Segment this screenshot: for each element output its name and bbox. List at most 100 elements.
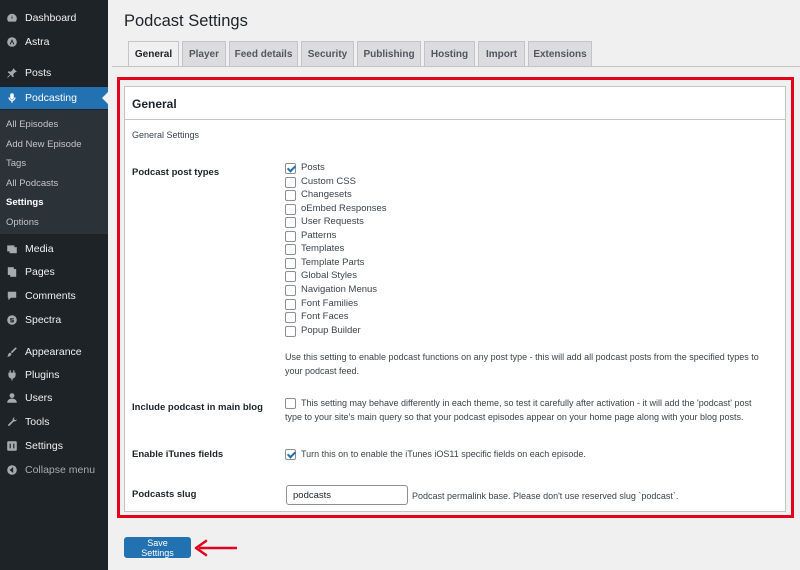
post-type-label: Templates xyxy=(301,243,345,255)
tab-extensions[interactable]: Extensions xyxy=(528,41,592,66)
active-indicator xyxy=(102,92,108,104)
post-types-description-line-2: your podcast feed. xyxy=(285,366,360,376)
post-type-label: Custom CSS xyxy=(301,175,356,187)
pin-icon xyxy=(5,66,19,80)
post-type-label: Patterns xyxy=(301,229,337,241)
sidebar-item-podcasting[interactable]: Podcasting xyxy=(0,87,108,109)
post-type-checkbox[interactable] xyxy=(285,244,296,256)
sidebar-item-label: Astra xyxy=(25,36,50,48)
sidebar-item-label: Collapse menu xyxy=(25,464,96,476)
sidebar-item-label: Comments xyxy=(25,290,76,302)
sidebar-item-label: Plugins xyxy=(25,369,60,381)
slug-description: Podcast permalink base. Please don't use… xyxy=(412,491,679,501)
sidebar-item-label: Settings xyxy=(25,440,63,452)
post-type-label: Global Styles xyxy=(301,270,357,282)
podcasts-slug-input[interactable] xyxy=(286,485,408,505)
sidebar-item-label: Dashboard xyxy=(25,12,77,24)
sidebar-item-label: Posts xyxy=(25,67,52,79)
submenu-settings[interactable]: Settings xyxy=(6,197,43,208)
astra-icon xyxy=(5,35,19,49)
main-blog-label: Include podcast in main blog xyxy=(132,402,263,413)
sidebar-item-pages[interactable]: Pages xyxy=(0,261,108,283)
post-types-description-line-1: Use this setting to enable podcast funct… xyxy=(285,352,759,362)
post-type-checkbox[interactable] xyxy=(285,176,296,188)
post-type-checkbox[interactable] xyxy=(285,325,296,337)
post-type-checkbox[interactable] xyxy=(285,203,296,215)
page-title: Podcast Settings xyxy=(124,12,248,30)
tab-security[interactable]: Security xyxy=(301,41,354,66)
tab-divider xyxy=(112,66,800,67)
post-type-label: Font Faces xyxy=(301,311,349,323)
post-type-checkbox[interactable] xyxy=(285,230,296,242)
sidebar-item-dashboard[interactable]: Dashboard xyxy=(0,7,108,29)
sidebar-item-appearance[interactable]: Appearance xyxy=(0,341,108,363)
admin-sidebar: Dashboard Astra Posts Podcasting All Epi… xyxy=(0,0,108,570)
post-type-checkbox[interactable] xyxy=(285,312,296,324)
plugin-icon xyxy=(5,368,19,382)
main-blog-description-line-2: type to your site's main query so that y… xyxy=(285,412,744,422)
post-type-label: Template Parts xyxy=(301,256,365,268)
dashboard-icon xyxy=(5,11,19,25)
sidebar-item-plugins[interactable]: Plugins xyxy=(0,364,108,386)
panel-title: General xyxy=(132,97,177,111)
post-types-label: Podcast post types xyxy=(132,167,220,178)
main-blog-checkbox[interactable] xyxy=(285,398,296,409)
settings-icon xyxy=(5,439,19,453)
sidebar-item-settings[interactable]: Settings xyxy=(0,435,108,457)
submenu-options[interactable]: Options xyxy=(6,217,39,228)
comments-icon xyxy=(5,289,19,303)
media-icon xyxy=(5,242,19,256)
post-type-checkbox[interactable] xyxy=(285,271,296,283)
sidebar-item-comments[interactable]: Comments xyxy=(0,285,108,307)
submenu-all-podcasts[interactable]: All Podcasts xyxy=(6,178,58,189)
main-blog-description-line-1: This setting may behave differently in e… xyxy=(301,398,752,408)
post-type-checkbox[interactable] xyxy=(285,257,296,269)
sidebar-item-astra[interactable]: Astra xyxy=(0,31,108,53)
microphone-icon xyxy=(5,91,19,105)
sidebar-item-label: Appearance xyxy=(25,346,82,358)
submenu-add-new-episode[interactable]: Add New Episode xyxy=(6,139,82,150)
tab-feed-details[interactable]: Feed details xyxy=(229,41,298,66)
save-settings-button[interactable]: Save Settings xyxy=(124,537,191,558)
collapse-icon xyxy=(5,463,19,477)
post-type-label: User Requests xyxy=(301,216,364,228)
sidebar-item-label: Media xyxy=(25,243,54,255)
submenu-all-episodes[interactable]: All Episodes xyxy=(6,119,58,130)
sidebar-item-spectra[interactable]: Spectra xyxy=(0,309,108,331)
post-type-checkbox[interactable] xyxy=(285,163,296,174)
tab-publishing[interactable]: Publishing xyxy=(357,41,421,66)
sidebar-item-label: Users xyxy=(25,392,53,404)
podcasting-submenu: All Episodes Add New Episode Tags All Po… xyxy=(0,110,108,234)
brush-icon xyxy=(5,345,19,359)
post-type-label: Font Families xyxy=(301,297,359,309)
sidebar-item-label: Pages xyxy=(25,266,55,278)
tab-hosting[interactable]: Hosting xyxy=(424,41,475,66)
panel-subtitle: General Settings xyxy=(132,130,200,140)
post-type-checkbox[interactable] xyxy=(285,190,296,202)
sidebar-item-label: Spectra xyxy=(25,314,62,326)
itunes-checkbox[interactable] xyxy=(285,449,296,460)
post-type-checkbox[interactable] xyxy=(285,298,296,310)
itunes-label: Enable iTunes fields xyxy=(132,449,224,460)
post-type-label: Posts xyxy=(301,162,325,173)
sidebar-item-posts[interactable]: Posts xyxy=(0,62,108,84)
users-icon xyxy=(5,391,19,405)
tab-general[interactable]: General xyxy=(128,41,179,67)
sidebar-item-users[interactable]: Users xyxy=(0,387,108,409)
post-type-label: Navigation Menus xyxy=(301,283,378,295)
sidebar-item-media[interactable]: Media xyxy=(0,238,108,260)
arrow-annotation-icon xyxy=(194,539,237,557)
post-type-label: Popup Builder xyxy=(301,324,361,336)
spectra-icon xyxy=(5,313,19,327)
sidebar-item-label: Podcasting xyxy=(25,92,77,104)
tab-import[interactable]: Import xyxy=(478,41,525,66)
submenu-tags[interactable]: Tags xyxy=(6,158,26,169)
post-type-checkbox[interactable] xyxy=(285,284,296,296)
panel-header: General xyxy=(125,87,785,120)
collapse-menu-button[interactable]: Collapse menu xyxy=(0,459,108,481)
sidebar-item-tools[interactable]: Tools xyxy=(0,411,108,433)
post-type-label: Changesets xyxy=(301,189,352,201)
post-type-checkbox[interactable] xyxy=(285,217,296,229)
tab-player[interactable]: Player xyxy=(182,41,226,66)
tools-icon xyxy=(5,415,19,429)
